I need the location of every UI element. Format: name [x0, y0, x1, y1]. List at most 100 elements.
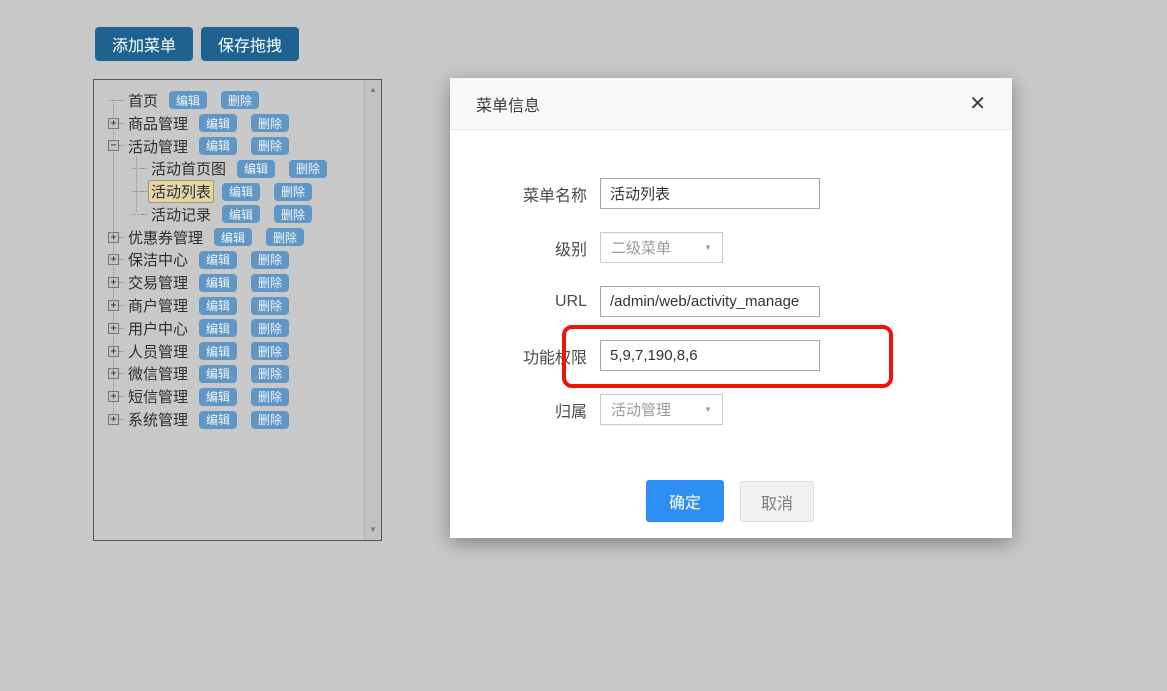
- tree-node: −活动管理编辑删除: [94, 135, 364, 158]
- tree-node-delete-button[interactable]: 删除: [251, 342, 289, 360]
- tree-node-label[interactable]: 交易管理: [125, 271, 191, 294]
- tree-node: + 人员管理编辑删除: [94, 340, 364, 363]
- expander-icon[interactable]: +: [108, 300, 119, 311]
- expander-icon[interactable]: +: [108, 391, 119, 402]
- tree-node-delete-button[interactable]: 删除: [289, 160, 327, 178]
- tree-node-delete-button[interactable]: 删除: [274, 205, 312, 223]
- confirm-button[interactable]: 确定: [646, 480, 724, 522]
- expander-icon[interactable]: +: [108, 232, 119, 243]
- tree-node-delete-button[interactable]: 删除: [251, 297, 289, 315]
- chevron-down-icon: ▼: [704, 243, 712, 252]
- menu-name-label: 菜单名称: [450, 182, 587, 206]
- expander-icon[interactable]: +: [108, 368, 119, 379]
- tree-node-edit-button[interactable]: 编辑: [199, 274, 237, 292]
- level-label: 级别: [450, 236, 587, 260]
- tree-node: + 短信管理编辑删除: [94, 385, 364, 408]
- tree-node-label[interactable]: 活动首页图: [148, 157, 229, 180]
- tree-node-delete-button[interactable]: 删除: [251, 274, 289, 292]
- url-input[interactable]: [600, 286, 820, 317]
- tree-node: + 交易管理编辑删除: [94, 271, 364, 294]
- tree-connector-line: [131, 214, 142, 215]
- permissions-input[interactable]: [600, 340, 820, 371]
- tree-node-delete-button[interactable]: 删除: [251, 319, 289, 337]
- level-select[interactable]: 二级菜单 ▼: [600, 232, 723, 263]
- save-drag-button[interactable]: 保存拖拽: [201, 27, 299, 61]
- tree-node-edit-button[interactable]: 编辑: [199, 251, 237, 269]
- tree-node-label[interactable]: 首页: [125, 89, 161, 112]
- tree-node-label[interactable]: 活动记录: [148, 203, 214, 226]
- tree-node-label[interactable]: 保洁中心: [125, 248, 191, 271]
- url-label: URL: [450, 293, 587, 311]
- tree-connector-line: [131, 191, 142, 192]
- tree-node-delete-button[interactable]: 删除: [266, 228, 304, 246]
- expander-icon[interactable]: +: [108, 277, 119, 288]
- tree-node: 首页编辑删除: [94, 89, 364, 112]
- dialog-footer: 确定 取消: [646, 480, 814, 522]
- parent-label: 归属: [450, 398, 587, 422]
- tree-node: 活动记录编辑删除: [94, 203, 364, 226]
- tree-node-delete-button[interactable]: 删除: [274, 183, 312, 201]
- expander-icon[interactable]: +: [108, 346, 119, 357]
- tree-node-label[interactable]: 用户中心: [125, 317, 191, 340]
- tree-node-edit-button[interactable]: 编辑: [199, 342, 237, 360]
- expander-icon[interactable]: +: [108, 323, 119, 334]
- expander-icon[interactable]: −: [108, 140, 119, 151]
- parent-select-value: 活动管理: [611, 399, 671, 420]
- tree-node-edit-button[interactable]: 编辑: [214, 228, 252, 246]
- tree-node: + 保洁中心编辑删除: [94, 249, 364, 272]
- dialog-title: 菜单信息: [476, 92, 540, 116]
- close-icon[interactable]: ✕: [969, 94, 986, 114]
- tree-node-edit-button[interactable]: 编辑: [199, 365, 237, 383]
- tree-node-delete-button[interactable]: 删除: [251, 365, 289, 383]
- expander-icon[interactable]: +: [108, 414, 119, 425]
- tree-node-edit-button[interactable]: 编辑: [237, 160, 275, 178]
- tree-node-label[interactable]: 人员管理: [125, 340, 191, 363]
- scroll-down-icon[interactable]: ▼: [365, 522, 381, 538]
- tree-node-delete-button[interactable]: 删除: [251, 251, 289, 269]
- chevron-down-icon: ▼: [704, 405, 712, 414]
- cancel-button[interactable]: 取消: [740, 481, 814, 522]
- tree-node-label[interactable]: 微信管理: [125, 362, 191, 385]
- tree-node-label[interactable]: 活动列表: [148, 180, 214, 203]
- menu-tree-panel: 首页编辑删除+商品管理编辑删除−活动管理编辑删除活动首页图编辑删除活动列表编辑删…: [93, 79, 382, 541]
- menu-tree: 首页编辑删除+商品管理编辑删除−活动管理编辑删除活动首页图编辑删除活动列表编辑删…: [94, 89, 364, 431]
- tree-node-edit-button[interactable]: 编辑: [199, 319, 237, 337]
- tree-node-label[interactable]: 商品管理: [125, 112, 191, 135]
- expander-icon[interactable]: +: [108, 254, 119, 265]
- tree-node-delete-button[interactable]: 删除: [251, 411, 289, 429]
- menu-info-dialog: 菜单信息 ✕ 菜单名称 级别 二级菜单 ▼ URL 功能权限 归属 活动管理: [450, 78, 1012, 538]
- tree-node-edit-button[interactable]: 编辑: [199, 114, 237, 132]
- tree-scrollbar[interactable]: ▲ ▼: [364, 80, 381, 540]
- tree-node-label[interactable]: 优惠券管理: [125, 226, 206, 249]
- level-row: 级别 二级菜单 ▼: [450, 232, 1012, 263]
- dialog-body: 菜单名称 级别 二级菜单 ▼ URL 功能权限 归属 活动管理 ▼: [450, 130, 1012, 425]
- tree-node-label[interactable]: 商户管理: [125, 294, 191, 317]
- scroll-up-icon[interactable]: ▲: [365, 82, 381, 98]
- tree-node-edit-button[interactable]: 编辑: [199, 137, 237, 155]
- tree-node-delete-button[interactable]: 删除: [251, 137, 289, 155]
- tree-node-edit-button[interactable]: 编辑: [199, 297, 237, 315]
- tree-node-label[interactable]: 活动管理: [125, 135, 191, 158]
- tree-node-label[interactable]: 系统管理: [125, 408, 191, 431]
- tree-node-edit-button[interactable]: 编辑: [222, 205, 260, 223]
- tree-node-delete-button[interactable]: 删除: [251, 114, 289, 132]
- level-select-value: 二级菜单: [611, 237, 671, 258]
- tree-node-delete-button[interactable]: 删除: [251, 388, 289, 406]
- tree-node: + 商品管理编辑删除: [94, 112, 364, 135]
- tree-node-edit-button[interactable]: 编辑: [199, 411, 237, 429]
- menu-name-row: 菜单名称: [450, 178, 1012, 209]
- tree-connector-line: [131, 168, 142, 169]
- url-row: URL: [450, 286, 1012, 317]
- tree-node-delete-button[interactable]: 删除: [221, 91, 259, 109]
- add-menu-button[interactable]: 添加菜单: [95, 27, 193, 61]
- tree-node-label[interactable]: 短信管理: [125, 385, 191, 408]
- tree-node: + 用户中心编辑删除: [94, 317, 364, 340]
- expander-icon[interactable]: +: [108, 118, 119, 129]
- parent-select[interactable]: 活动管理 ▼: [600, 394, 723, 425]
- tree-node: + 微信管理编辑删除: [94, 363, 364, 386]
- menu-name-input[interactable]: [600, 178, 820, 209]
- tree-node: 活动列表编辑删除: [94, 180, 364, 203]
- tree-node-edit-button[interactable]: 编辑: [169, 91, 207, 109]
- tree-node-edit-button[interactable]: 编辑: [199, 388, 237, 406]
- tree-node-edit-button[interactable]: 编辑: [222, 183, 260, 201]
